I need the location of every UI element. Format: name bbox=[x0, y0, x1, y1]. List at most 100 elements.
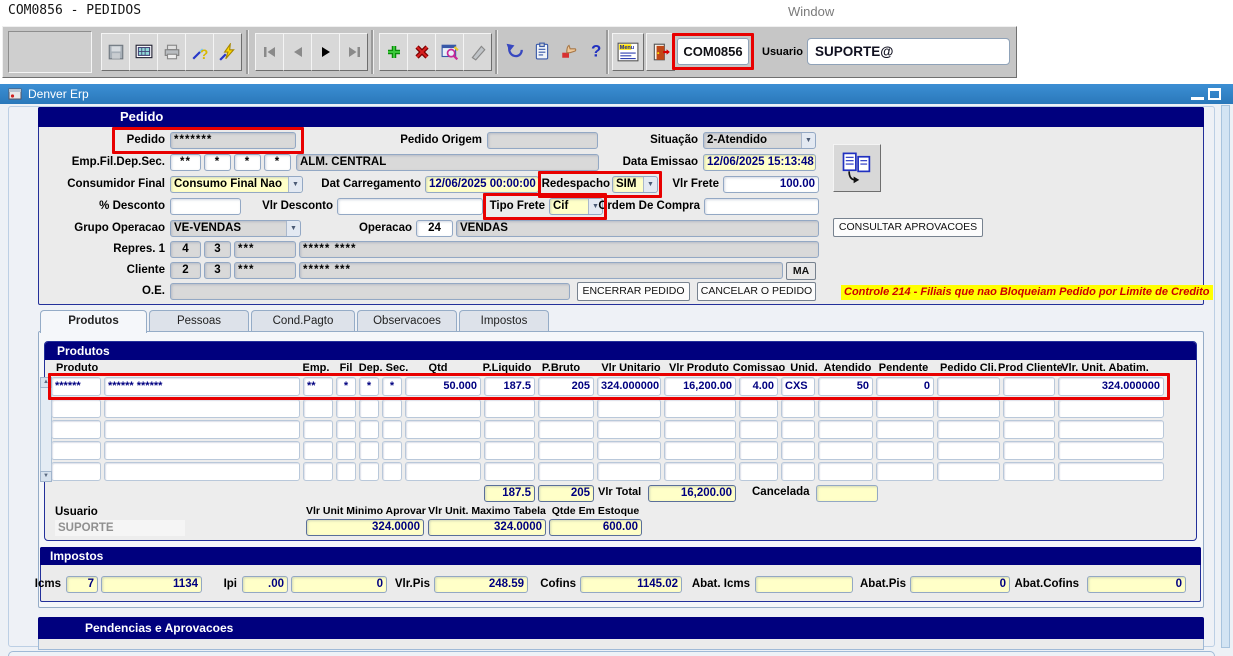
ordem-compra-field[interactable] bbox=[704, 198, 819, 215]
cell-fil bbox=[336, 441, 356, 460]
cell-dep[interactable]: * bbox=[359, 377, 379, 396]
cell-pliquido[interactable]: 187.5 bbox=[484, 377, 535, 396]
tipo-frete-label: Tipo Frete bbox=[486, 198, 545, 215]
delete-record-button[interactable] bbox=[407, 33, 436, 71]
usuario-value-field: SUPORTE bbox=[55, 520, 185, 536]
vlr-desconto-field[interactable] bbox=[337, 198, 483, 215]
col-qtd: Qtd bbox=[408, 362, 468, 375]
abat-pis-field[interactable]: 0 bbox=[910, 576, 1010, 593]
cell-fil[interactable]: * bbox=[336, 377, 356, 396]
ma-button[interactable]: MA bbox=[786, 262, 816, 280]
previous-record-icon bbox=[291, 46, 305, 58]
copy-order-button[interactable] bbox=[833, 144, 881, 192]
grid-scroll-down-icon[interactable]: ▼ bbox=[40, 471, 52, 482]
vlr-pis-field[interactable]: 248.59 bbox=[434, 576, 528, 593]
tab-observacoes[interactable]: Observacoes bbox=[357, 310, 457, 333]
pct-desconto-field[interactable] bbox=[170, 198, 241, 215]
cell-atendido[interactable]: 50 bbox=[818, 377, 873, 396]
screen-button[interactable] bbox=[129, 33, 158, 71]
minimize-button[interactable] bbox=[1191, 89, 1204, 100]
emp-field[interactable]: ** bbox=[170, 154, 201, 171]
icms-aliquota-field[interactable]: 7 bbox=[66, 576, 98, 593]
cell-produto[interactable]: ****** bbox=[51, 377, 101, 396]
cell-pendente[interactable]: 0 bbox=[876, 377, 934, 396]
menu-button[interactable]: Menu bbox=[612, 33, 644, 71]
cell-emp[interactable]: ** bbox=[303, 377, 333, 396]
cell-pbruto[interactable]: 205 bbox=[538, 377, 594, 396]
next-record-button[interactable] bbox=[311, 33, 340, 71]
usuario-input[interactable]: SUPORTE@ bbox=[807, 38, 1010, 65]
chevron-down-icon[interactable]: ▼ bbox=[288, 177, 302, 192]
cell-sec[interactable]: * bbox=[382, 377, 402, 396]
pedido-label: Pedido bbox=[38, 132, 165, 149]
encerrar-pedido-button[interactable]: ENCERRAR PEDIDO bbox=[577, 282, 690, 301]
menu-window[interactable]: Window bbox=[788, 4, 834, 19]
cell-unid bbox=[781, 462, 815, 481]
vlr-frete-field[interactable]: 100.00 bbox=[723, 176, 819, 193]
icms-valor-field[interactable]: 1134 bbox=[101, 576, 202, 593]
search-window-button[interactable] bbox=[435, 33, 464, 71]
cell-pedido-cli[interactable] bbox=[937, 377, 1000, 396]
cell-comissao[interactable]: 4.00 bbox=[739, 377, 778, 396]
copy-documents-icon bbox=[840, 150, 874, 186]
tab-pessoas[interactable]: Pessoas bbox=[149, 310, 249, 333]
tab-cond-pagto[interactable]: Cond.Pagto bbox=[251, 310, 355, 333]
program-code-field[interactable]: COM0856 bbox=[677, 38, 749, 65]
query-help-button[interactable]: ? bbox=[185, 33, 214, 71]
undo-button[interactable] bbox=[502, 33, 528, 69]
redespacho-dropdown[interactable]: SIM▼ bbox=[612, 176, 658, 193]
grupo-operacao-dropdown[interactable]: VE-VENDAS▼ bbox=[170, 220, 301, 237]
situacao-label: Situação bbox=[598, 132, 698, 149]
cell-vlr-unit-abatim[interactable]: 324.000000 bbox=[1058, 377, 1164, 396]
cell-emp bbox=[303, 399, 333, 418]
ipi-aliquota-field[interactable]: .00 bbox=[242, 576, 288, 593]
maximize-button[interactable] bbox=[1208, 88, 1221, 100]
previous-record-button bbox=[283, 33, 312, 71]
cofins-field[interactable]: 1145.02 bbox=[580, 576, 682, 593]
total-pbruto-field: 205 bbox=[538, 485, 594, 502]
exit-button[interactable] bbox=[646, 33, 675, 71]
repres-fil-field: 3 bbox=[204, 241, 231, 258]
cell-prod-cliente[interactable] bbox=[1003, 377, 1055, 396]
cell-pedido-cli bbox=[937, 462, 1000, 481]
vlr-unit-minimo-label: Vlr Unit Minimo Aprovar bbox=[306, 505, 424, 517]
dat-carregamento-field[interactable]: 12/06/2025 00:00:00 bbox=[425, 176, 539, 193]
consultar-aprovacoes-button[interactable]: CONSULTAR APROVACOES bbox=[833, 218, 983, 237]
cell-pbruto bbox=[538, 399, 594, 418]
abat-icms-field[interactable] bbox=[755, 576, 853, 593]
cell-vlr-produto[interactable]: 16,200.00 bbox=[664, 377, 736, 396]
operacao-codigo-field[interactable]: 24 bbox=[416, 220, 453, 237]
table-row bbox=[0, 420, 1233, 439]
chevron-down-icon[interactable]: ▼ bbox=[801, 133, 815, 148]
cell-vlr-produto bbox=[664, 462, 736, 481]
fil-field[interactable]: * bbox=[204, 154, 231, 171]
total-pliquido-field: 187.5 bbox=[484, 485, 535, 502]
tab-impostos[interactable]: Impostos bbox=[459, 310, 549, 333]
commit-hand-button[interactable] bbox=[556, 33, 582, 69]
repres-codigo-field: *** bbox=[234, 241, 296, 258]
cancelar-pedido-button[interactable]: CANCELAR O PEDIDO bbox=[697, 282, 816, 301]
cell-descricao[interactable]: ****** ****** bbox=[104, 377, 300, 396]
chevron-down-icon[interactable]: ▼ bbox=[643, 177, 657, 192]
first-record-icon bbox=[263, 46, 277, 58]
col-pliquido: P.Liquido bbox=[478, 362, 536, 375]
cell-vlr-unitario[interactable]: 324.000000 bbox=[597, 377, 661, 396]
vlr-unit-maximo-label: Vlr Unit. Maximo Tabela bbox=[428, 505, 546, 517]
data-emissao-field[interactable]: 12/06/2025 15:13:48 bbox=[703, 154, 816, 171]
clipboard-button[interactable] bbox=[529, 33, 555, 69]
grid-scroll-up-icon[interactable]: ▲ bbox=[40, 377, 52, 388]
consumidor-final-dropdown[interactable]: Consumo Final Nao▼ bbox=[170, 176, 303, 193]
chevron-down-icon[interactable]: ▼ bbox=[286, 221, 300, 236]
add-record-button[interactable] bbox=[379, 33, 408, 71]
dep-field[interactable]: * bbox=[234, 154, 261, 171]
cofins-label: Cofins bbox=[534, 578, 576, 590]
execute-query-button[interactable] bbox=[213, 33, 242, 71]
situacao-dropdown[interactable]: 2-Atendido▼ bbox=[703, 132, 816, 149]
abat-cofins-field[interactable]: 0 bbox=[1087, 576, 1186, 593]
cell-qtd[interactable]: 50.000 bbox=[405, 377, 481, 396]
ipi-valor-field[interactable]: 0 bbox=[291, 576, 387, 593]
sec-field[interactable]: * bbox=[264, 154, 291, 171]
cell-unid[interactable]: CXS bbox=[781, 377, 815, 396]
usuario-label: Usuario bbox=[55, 506, 98, 518]
tab-produtos[interactable]: Produtos bbox=[40, 310, 147, 333]
